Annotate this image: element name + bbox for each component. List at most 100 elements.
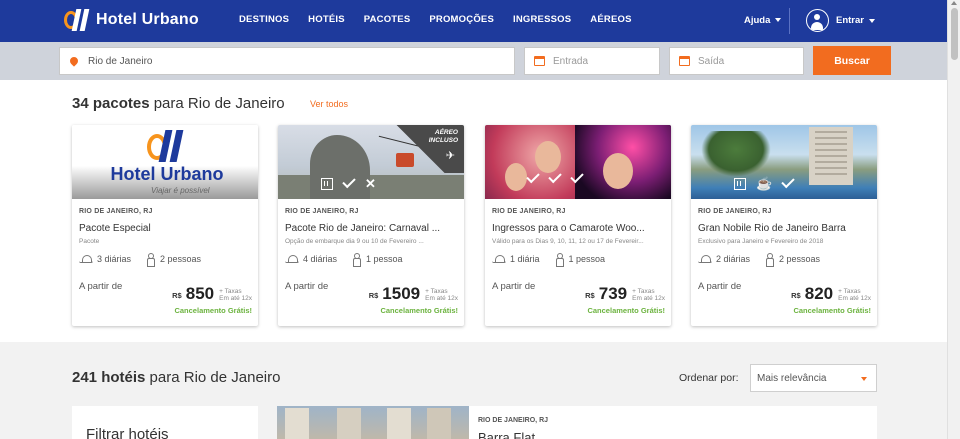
price-value: 850 [185, 284, 215, 303]
hotels-count: 241 hotéis [72, 369, 146, 386]
price-currency: R$ [585, 291, 595, 300]
nav-ingressos[interactable]: INGRESSOS [513, 14, 571, 25]
package-people: 2 pessoas [160, 254, 202, 264]
login-menu[interactable]: Entrar [806, 9, 875, 32]
sunset-icon [698, 255, 712, 263]
destination-value: Rio de Janeiro [88, 55, 153, 67]
nav-destinos[interactable]: DESTINOS [239, 14, 289, 25]
sunset-icon [79, 255, 93, 263]
nav-pacotes[interactable]: PACOTES [364, 14, 411, 25]
sunset-icon [492, 255, 506, 263]
package-card[interactable]: RIO DE JANEIRO, RJ Ingressos para o Cama… [485, 125, 671, 326]
packages-count: 34 pacotes [72, 95, 150, 112]
price-value: 739 [598, 284, 628, 303]
search-bar: Rio de Janeiro Entrada Saída Buscar [0, 42, 947, 80]
price-from-label: A partir de [492, 281, 536, 292]
person-icon [353, 253, 362, 267]
check-icon [526, 169, 540, 184]
login-label: Entrar [836, 15, 864, 26]
help-label: Ajuda [744, 15, 771, 26]
package-location: RIO DE JANEIRO, RJ [698, 208, 772, 215]
package-subtitle: Pacote [79, 238, 100, 245]
package-nights: 2 diárias [716, 254, 751, 264]
price-from-label: A partir de [698, 281, 742, 292]
package-image [485, 125, 671, 199]
package-people: 1 pessoa [366, 254, 403, 264]
nav-hoteis[interactable]: HOTÉIS [308, 14, 345, 25]
free-cancellation: Cancelamento Grátis! [793, 306, 871, 315]
package-title: Pacote Especial [79, 223, 151, 234]
check-icon [342, 174, 356, 189]
hotels-title: 241 hotéis para Rio de Janeiro [72, 369, 280, 386]
package-people: 2 pessoas [779, 254, 821, 264]
package-price: R$ 739 + Taxas Em até 12x [585, 285, 665, 302]
checkin-placeholder: Entrada [553, 55, 589, 67]
calendar-icon [534, 56, 545, 66]
package-card[interactable]: AÉREO INCLUSO ✈ ✕ RIO DE JANEIRO, RJ Paco… [278, 125, 464, 326]
check-icon [781, 174, 795, 189]
help-menu[interactable]: Ajuda [744, 15, 782, 26]
chevron-down-icon [775, 18, 782, 23]
price-from-label: A partir de [79, 281, 123, 292]
nav-aereos[interactable]: AÉREOS [590, 14, 631, 25]
scroll-up-icon[interactable] [951, 1, 957, 5]
nav-promocoes[interactable]: PROMOÇÕES [429, 14, 494, 25]
package-title: Gran Nobile Rio de Janeiro Barra [698, 223, 846, 234]
free-cancellation: Cancelamento Grátis! [380, 306, 458, 315]
location-pin-icon [68, 55, 80, 67]
search-button[interactable]: Buscar [813, 46, 891, 75]
logo-name: Hotel Urbano [110, 164, 224, 184]
package-image: Hotel Urbano Viajar é possível [72, 125, 258, 199]
hotel-urbano-logo: Hotel Urbano Viajar é possível [107, 130, 227, 196]
amenity-icons: ☕ [734, 174, 795, 191]
package-title: Pacote Rio de Janeiro: Carnaval ... [285, 223, 441, 234]
main-nav: DESTINOS HOTÉIS PACOTES PROMOÇÕES INGRES… [239, 14, 651, 25]
price-value: 1509 [382, 284, 421, 303]
package-location: RIO DE JANEIRO, RJ [492, 208, 566, 215]
sunset-icon [285, 255, 299, 263]
see-all-link[interactable]: Ver todos [310, 99, 348, 109]
brand-name: Hotel Urbano [96, 11, 199, 28]
user-icon [806, 9, 829, 32]
destination-input[interactable]: Rio de Janeiro [59, 47, 515, 75]
package-title: Ingressos para o Camarote Woo... [492, 223, 645, 234]
brand-logo-icon [64, 9, 90, 31]
person-icon [555, 253, 564, 267]
price-currency: R$ [368, 291, 379, 300]
price-taxes: + Taxas Em até 12x [425, 288, 458, 302]
price-currency: R$ [172, 291, 182, 300]
package-meta: 1 diária 1 pessoa [492, 253, 605, 267]
page-scrollbar[interactable] [947, 0, 960, 439]
hotel-icon [321, 177, 333, 190]
chevron-down-icon [861, 377, 867, 381]
scrollbar-thumb[interactable] [951, 8, 958, 60]
package-image: AÉREO INCLUSO ✈ ✕ [278, 125, 464, 199]
brand-logo[interactable]: Hotel Urbano [64, 9, 199, 31]
checkout-placeholder: Saída [698, 55, 725, 67]
package-image: ☕ [691, 125, 877, 199]
package-subtitle: Exclusivo para Janeiro e Fevereiro de 20… [698, 238, 824, 245]
package-nights: 4 diárias [303, 254, 338, 264]
sort-label: Ordenar por: [679, 372, 739, 384]
package-card[interactable]: Hotel Urbano Viajar é possível RIO DE JA… [72, 125, 258, 326]
top-header: Hotel Urbano DESTINOS HOTÉIS PACOTES PRO… [0, 0, 947, 42]
package-price: R$ 850 + Taxas Em até 12x [172, 285, 252, 302]
sort-select[interactable]: Mais relevância [750, 364, 877, 392]
filter-title: Filtrar hotéis [86, 426, 169, 439]
package-location: RIO DE JANEIRO, RJ [285, 208, 359, 215]
package-location: RIO DE JANEIRO, RJ [79, 208, 153, 215]
flight-included-badge: AÉREO INCLUSO ✈ [390, 125, 464, 173]
checkin-input[interactable]: Entrada [524, 47, 660, 75]
checkout-input[interactable]: Saída [669, 47, 804, 75]
hotel-name: Barra Flat [478, 430, 536, 439]
hotel-image [277, 406, 469, 439]
packages-title-rest: para Rio de Janeiro [149, 95, 285, 112]
package-nights: 3 diárias [97, 254, 132, 264]
price-taxes: + Taxas Em até 12x [632, 288, 665, 302]
package-meta: 4 diárias 1 pessoa [285, 253, 403, 267]
package-card[interactable]: ☕ RIO DE JANEIRO, RJ Gran Nobile Rio de … [691, 125, 877, 326]
packages-title: 34 pacotes para Rio de Janeiro [72, 95, 285, 112]
calendar-icon [679, 56, 690, 66]
breakfast-icon: ☕ [756, 176, 773, 191]
hotel-card[interactable]: RIO DE JANEIRO, RJ Barra Flat [277, 406, 877, 439]
